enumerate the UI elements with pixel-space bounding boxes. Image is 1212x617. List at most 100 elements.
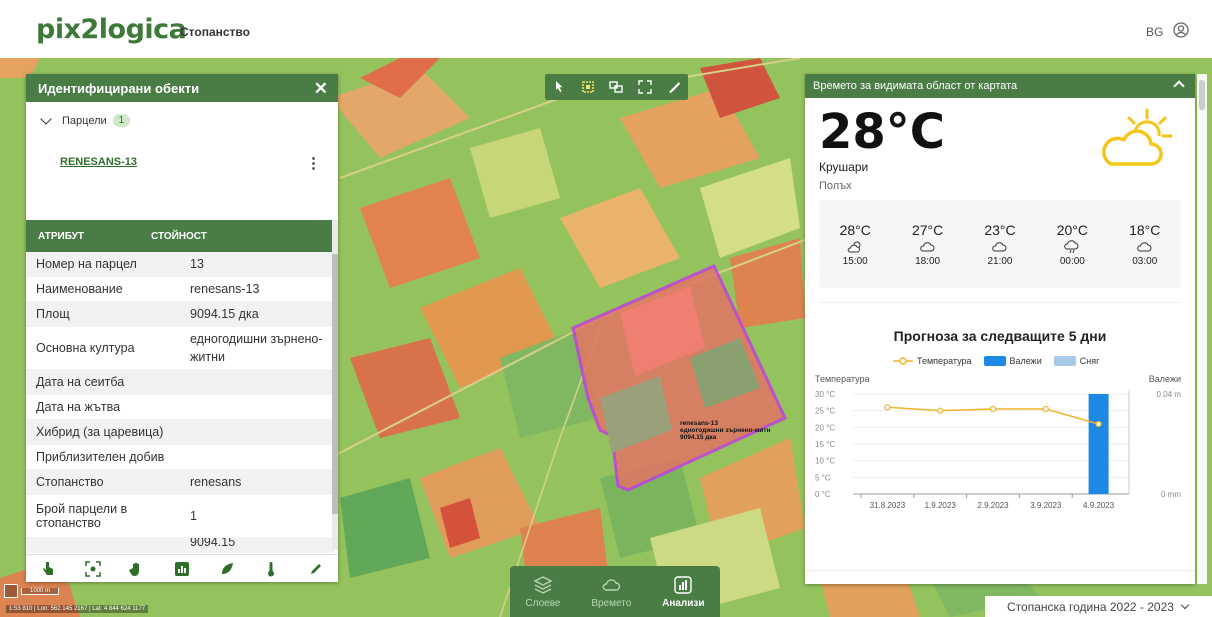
panel-title: Идентифицирани обекти — [38, 80, 200, 96]
hourly-item: 27°C 18:00 — [912, 222, 943, 267]
scrollbar-thumb[interactable] — [332, 254, 338, 514]
attribute-row: Хибрид (за царевица) — [26, 420, 334, 445]
cloud-icon — [912, 240, 943, 254]
y2-tick-label: 0.04 m — [1157, 390, 1182, 399]
user-account-icon[interactable] — [1173, 22, 1189, 38]
app-logo[interactable]: pix2logica — [36, 14, 187, 45]
fullscreen-icon[interactable] — [636, 78, 654, 96]
parcel-label-area: 9094.15 дка — [680, 434, 717, 441]
legend-rain-label[interactable]: Валежи — [1010, 356, 1042, 366]
nav-layers[interactable]: Слоеве — [525, 575, 560, 609]
y-axis-title: Температура — [815, 374, 870, 384]
attribute-key: Приблизителен добив — [36, 450, 165, 464]
attribute-row: Основна култура едногодишни зърнено-житни — [26, 327, 334, 370]
parcel-link[interactable]: RENESANS-13 — [60, 156, 137, 168]
partly-cloudy-icon — [1102, 108, 1173, 166]
language-selector[interactable]: BG — [1146, 25, 1163, 39]
attributes-table: Номер на парцел 13 Наименование renesans-13… — [26, 252, 334, 553]
attribute-value: 1 — [190, 509, 197, 523]
temperature-point — [1095, 420, 1102, 428]
attributes-table-header: АТРИБУТ СТОЙНОСТ — [26, 220, 334, 252]
hourly-temperature: 27°C — [911, 221, 944, 238]
parcel-label-name: renesans-13 — [680, 420, 718, 427]
legend-snow-swatch[interactable] — [1053, 356, 1076, 366]
pointer-tool-icon[interactable] — [550, 78, 568, 96]
season-selector[interactable]: Стопанска година 2022 - 2023 — [985, 596, 1212, 617]
collapse-chevron-icon[interactable] — [1173, 80, 1185, 92]
farm-menu-link[interactable]: Стопанство — [180, 25, 250, 39]
hourly-time: 03:00 — [1132, 255, 1158, 267]
hourly-temperature: 28°C — [839, 221, 871, 238]
current-temperature: 28°C — [819, 104, 946, 160]
x-tick-label: 2.9.2023 — [977, 501, 1009, 510]
attribute-row: Наименование renesans-13 — [26, 277, 334, 302]
attribute-value: renesans-13 — [190, 282, 260, 296]
attribute-row: Стопанство renesans — [26, 470, 334, 495]
page-scrollbar-thumb[interactable] — [1199, 80, 1205, 110]
identified-objects-panel: Идентифицирани обекти ✕ Парцели 1 RENESA… — [26, 74, 338, 582]
y-tick-label: 30 °C — [815, 390, 835, 399]
edit-pencil-icon[interactable] — [307, 560, 325, 578]
x-tick-label: 3.9.2023 — [1030, 501, 1062, 510]
x-tick-label: 31.8.2023 — [870, 501, 906, 510]
bar-chart-icon — [674, 575, 693, 594]
hourly-temperature: 23°C — [984, 221, 1016, 238]
parcels-group-toggle[interactable]: Парцели 1 — [40, 112, 131, 127]
map-scale-control: 1000 m — [4, 584, 60, 598]
thermometer-icon[interactable] — [262, 560, 280, 578]
column-value: СТОЙНОСТ — [151, 230, 207, 242]
attribute-row: Приблизителен добив — [26, 445, 334, 470]
attribute-row: Номер на парцел 13 — [26, 252, 334, 277]
forecast-title: Прогноза за следващите 5 дни — [893, 328, 1107, 344]
legend-temperature-swatch[interactable] — [893, 356, 913, 366]
chart-analysis-icon[interactable] — [173, 560, 191, 578]
hourly-time: 18:00 — [915, 255, 941, 267]
legend-snow-label[interactable]: Сняг — [1080, 356, 1100, 366]
season-label: Стопанска година 2022 - 2023 — [1007, 599, 1174, 614]
close-icon[interactable]: ✕ — [314, 79, 328, 99]
legend-temperature-label[interactable]: Температура — [917, 356, 972, 366]
attribute-key: Наименование — [36, 282, 123, 296]
attribute-key: Брой парцели в стопанство — [36, 502, 128, 530]
forecast-chart: Температура Валежи 30 °C 25 °C 20 °C 15 °C 10 … — [815, 374, 1182, 510]
x-tick-label: 1.9.2023 — [925, 501, 957, 510]
y2-axis-title: Валежи — [1149, 374, 1181, 384]
hourly-temperature: 18°C — [1129, 221, 1161, 238]
temperature-point — [989, 405, 997, 413]
attribute-row: Дата на жътва — [26, 395, 334, 420]
hourly-item: 20°C 00:00 — [1057, 222, 1088, 267]
target-focus-icon[interactable] — [84, 560, 102, 578]
hand-pointer-icon[interactable] — [39, 560, 57, 578]
y-tick-label: 20 °C — [815, 423, 835, 432]
divider — [805, 570, 1195, 571]
home-extent-icon[interactable] — [4, 584, 18, 598]
attribute-key: Дата на сеитба — [36, 375, 125, 389]
compare-layers-icon[interactable] — [607, 78, 625, 96]
measure-ruler-icon[interactable] — [665, 78, 683, 96]
attribute-key: Стопанство — [36, 475, 104, 489]
hourly-forecast: 28°C 15:00 27°C 18:00 23°C 21:00 20°C 00:00 18°C… — [819, 200, 1181, 288]
attribute-row: Брой парцели в стопанство 1 — [26, 495, 334, 538]
nav-weather[interactable]: Времето — [591, 575, 631, 609]
leaf-icon[interactable] — [218, 560, 236, 578]
legend-rain-swatch[interactable] — [983, 356, 1006, 366]
column-attribute: АТРИБУТ — [38, 230, 84, 242]
more-options-icon[interactable]: ⋮ — [306, 154, 321, 172]
attribute-value: 13 — [190, 257, 204, 271]
select-area-icon[interactable] — [579, 78, 597, 96]
location-town: Крушари — [819, 160, 869, 174]
cloud-rain-icon — [1057, 239, 1088, 254]
weather-panel-title: Времето за видимата област от картата — [813, 80, 1018, 92]
page-scrollbar-track[interactable] — [1197, 74, 1207, 584]
layers-icon — [533, 575, 553, 594]
chart-legend: Температура Валежи Сняг — [893, 356, 1099, 366]
temperature-point — [884, 404, 891, 411]
chevron-down-icon — [1180, 600, 1190, 609]
hand-pan-icon[interactable] — [128, 560, 146, 578]
nav-analyses[interactable]: Анализи — [662, 575, 705, 609]
attribute-value: 9094.15 дка — [190, 307, 259, 321]
hourly-time: 21:00 — [987, 255, 1013, 267]
panel-tools-bar — [26, 554, 338, 582]
map-toolbar — [545, 74, 688, 100]
bottom-navigation: Слоеве Времето Анализи — [510, 566, 720, 617]
